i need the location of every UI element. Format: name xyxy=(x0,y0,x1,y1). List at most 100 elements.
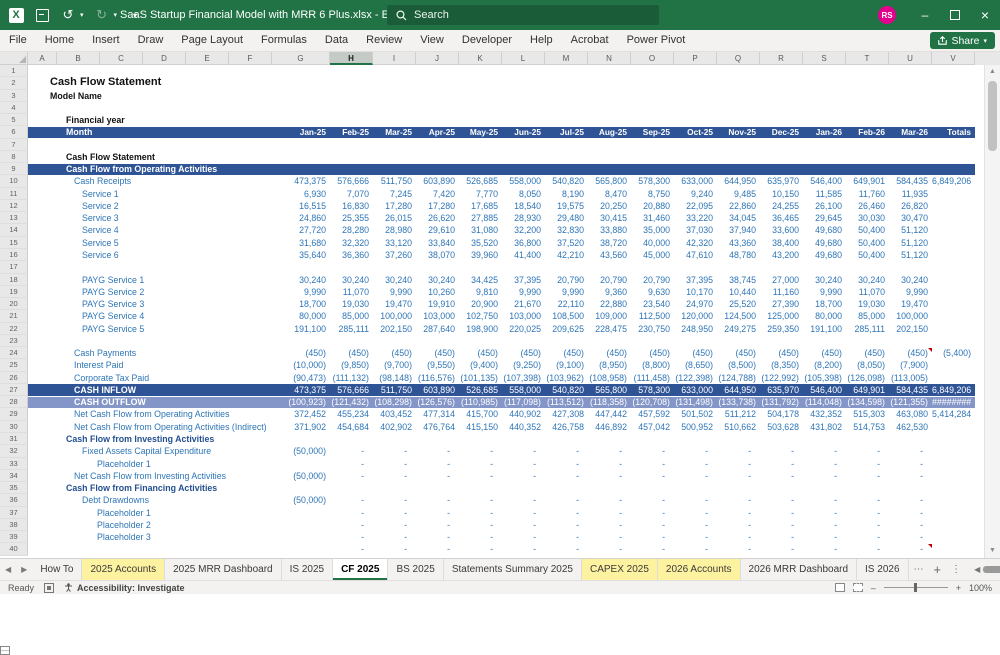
cell[interactable]: (9,700) xyxy=(373,359,416,371)
cell[interactable]: 540,820 xyxy=(545,384,588,396)
cell[interactable]: - xyxy=(889,470,932,482)
row-header[interactable]: 1 xyxy=(0,65,28,78)
cell[interactable]: Mar-26 xyxy=(889,126,932,138)
account-avatar[interactable]: RS xyxy=(878,6,896,24)
cell[interactable]: 19,470 xyxy=(889,298,932,310)
cell[interactable] xyxy=(932,507,975,519)
share-button[interactable]: Share ▾ xyxy=(930,32,995,49)
hscroll-left-icon[interactable]: ◀ xyxy=(974,565,980,574)
cell[interactable]: - xyxy=(803,458,846,470)
cell[interactable]: - xyxy=(631,458,674,470)
cell[interactable]: - xyxy=(459,470,502,482)
row-header[interactable]: 15 xyxy=(0,236,28,249)
cell[interactable]: (107,398) xyxy=(502,372,545,384)
cell[interactable]: (450) xyxy=(717,347,760,359)
ribbon-tab-draw[interactable]: Draw xyxy=(129,30,173,51)
cell[interactable]: 27,000 xyxy=(760,274,803,286)
cell[interactable] xyxy=(932,310,975,322)
cell[interactable]: - xyxy=(674,531,717,543)
cell[interactable]: 9,990 xyxy=(545,286,588,298)
row-header[interactable]: 4 xyxy=(0,101,28,115)
cell[interactable]: 565,800 xyxy=(588,384,631,396)
cell[interactable]: 584,435 xyxy=(889,175,932,187)
cell[interactable]: 9,485 xyxy=(717,188,760,200)
cell[interactable]: 103,000 xyxy=(502,310,545,322)
column-header-D[interactable]: D xyxy=(143,52,186,65)
cell[interactable]: - xyxy=(674,458,717,470)
cell[interactable]: 100,000 xyxy=(373,310,416,322)
cell[interactable]: - xyxy=(416,494,459,506)
undo-icon[interactable]: ↺ xyxy=(60,7,76,23)
cell[interactable]: 19,030 xyxy=(846,298,889,310)
cell[interactable]: 42,320 xyxy=(674,237,717,249)
cell[interactable]: 20,790 xyxy=(631,274,674,286)
cell[interactable]: 42,210 xyxy=(545,249,588,261)
cell[interactable]: 22,110 xyxy=(545,298,588,310)
cell[interactable]: 37,395 xyxy=(502,274,545,286)
cell[interactable]: 17,280 xyxy=(416,200,459,212)
cell[interactable]: - xyxy=(803,470,846,482)
cell[interactable]: - xyxy=(459,507,502,519)
cell[interactable]: 584,435 xyxy=(889,384,932,396)
cell[interactable]: - xyxy=(760,519,803,531)
cell[interactable]: 39,960 xyxy=(459,249,502,261)
cell[interactable]: (8,200) xyxy=(803,359,846,371)
row-header[interactable]: 36 xyxy=(0,494,28,507)
cell[interactable]: - xyxy=(502,445,545,457)
ribbon-tab-page-layout[interactable]: Page Layout xyxy=(172,30,252,51)
cell[interactable]: 27,885 xyxy=(459,212,502,224)
cell[interactable]: - xyxy=(631,445,674,457)
cell[interactable]: 209,625 xyxy=(545,323,588,335)
cell[interactable] xyxy=(932,212,975,224)
column-header-O[interactable]: O xyxy=(631,52,674,65)
column-header-M[interactable]: M xyxy=(545,52,588,65)
scroll-up-icon[interactable]: ▲ xyxy=(985,65,1000,79)
ribbon-tab-formulas[interactable]: Formulas xyxy=(252,30,316,51)
column-header-V[interactable]: V xyxy=(932,52,975,65)
zoom-slider-thumb[interactable] xyxy=(913,583,917,592)
cell[interactable]: 38,745 xyxy=(717,274,760,286)
cell[interactable]: 7,245 xyxy=(373,188,416,200)
cell[interactable]: (9,400) xyxy=(459,359,502,371)
cell[interactable]: - xyxy=(760,494,803,506)
cell[interactable]: 22,095 xyxy=(674,200,717,212)
cell[interactable]: 33,600 xyxy=(760,224,803,236)
column-header-G[interactable]: G xyxy=(272,52,330,65)
cell[interactable]: - xyxy=(502,519,545,531)
undo-dropdown-icon[interactable]: ▾ xyxy=(80,11,84,19)
cell[interactable]: (450) xyxy=(674,347,717,359)
cell[interactable]: - xyxy=(330,458,373,470)
column-header-F[interactable]: F xyxy=(229,52,272,65)
cell[interactable]: 230,750 xyxy=(631,323,674,335)
zoom-slider[interactable] xyxy=(883,583,948,592)
cell[interactable]: - xyxy=(373,494,416,506)
cell[interactable]: - xyxy=(502,531,545,543)
cell[interactable]: 32,830 xyxy=(545,224,588,236)
cell[interactable]: 85,000 xyxy=(330,310,373,322)
cell[interactable]: (450) xyxy=(373,347,416,359)
cell[interactable]: - xyxy=(545,507,588,519)
cell[interactable]: 9,990 xyxy=(272,286,330,298)
cell[interactable]: - xyxy=(803,494,846,506)
cell[interactable]: (108,298) xyxy=(373,396,416,408)
cell[interactable] xyxy=(932,188,975,200)
cell[interactable]: 48,780 xyxy=(717,249,760,261)
sheet-tab-2026-accounts[interactable]: 2026 Accounts xyxy=(657,559,741,580)
cell[interactable]: May-25 xyxy=(459,126,502,138)
cell[interactable]: 36,465 xyxy=(760,212,803,224)
cell[interactable] xyxy=(272,458,330,470)
cell[interactable]: 9,990 xyxy=(502,286,545,298)
cell[interactable]: - xyxy=(416,507,459,519)
cell[interactable]: - xyxy=(674,507,717,519)
cell[interactable]: - xyxy=(717,494,760,506)
horizontal-scrollbar[interactable]: ◀ ▶ xyxy=(966,559,1000,580)
cell[interactable]: 427,308 xyxy=(545,408,588,420)
tab-splitter-icon[interactable]: ⋮ xyxy=(946,559,966,580)
cell[interactable]: 120,000 xyxy=(674,310,717,322)
row-header[interactable]: 30 xyxy=(0,420,28,433)
cell[interactable]: 228,475 xyxy=(588,323,631,335)
cell[interactable]: (117,098) xyxy=(502,396,545,408)
cell[interactable]: - xyxy=(373,543,416,555)
cell[interactable]: (8,050) xyxy=(846,359,889,371)
cell[interactable]: 25,355 xyxy=(330,212,373,224)
